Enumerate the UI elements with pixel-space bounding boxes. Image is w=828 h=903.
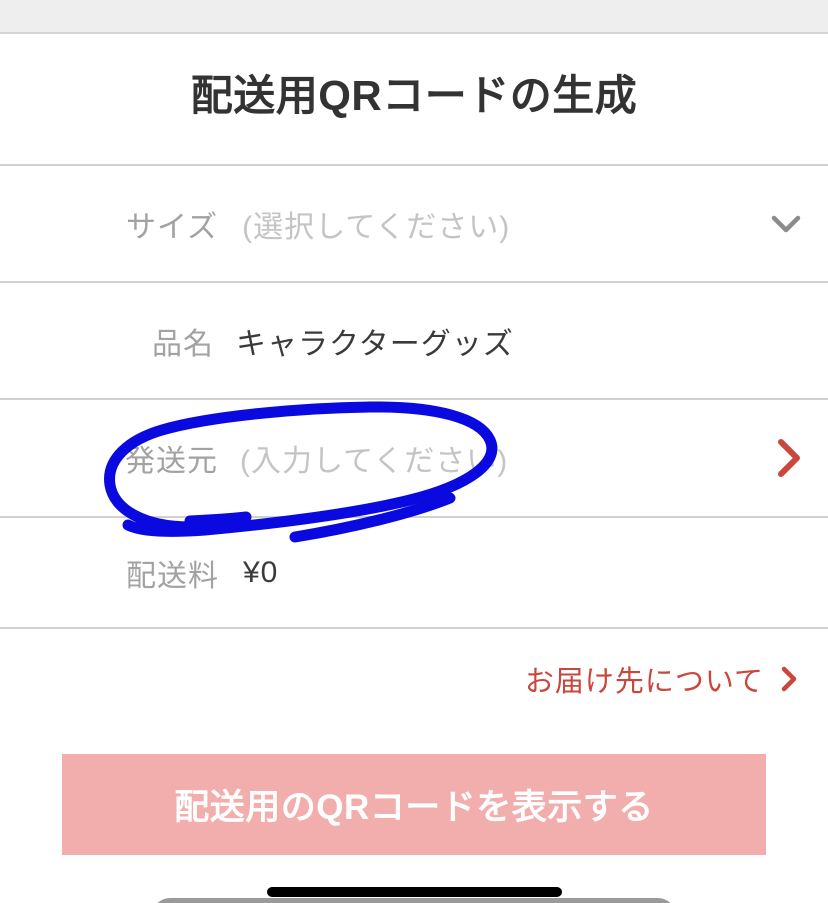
chevron-right-icon [778,664,800,694]
show-qr-button-label: 配送用のQRコードを表示する [174,788,654,827]
destination-info-link[interactable]: お届け先について [525,658,800,700]
page-title: 配送用QRコードの生成 [190,72,638,119]
destination-info-label: お届け先について [524,666,764,698]
chevron-down-icon[interactable] [766,204,806,244]
item-name-value: キャラクターグッズ [236,327,514,361]
size-placeholder: (選択してください) [242,210,511,244]
chevron-right-icon[interactable] [768,435,808,481]
app-screen: 配送用QRコードの生成 サイズ (選択してください) 品名 キャラクターグッズ … [0,0,828,903]
sender-label: 発送元 [125,445,218,478]
status-bar [0,0,828,34]
shipping-fee-label: 配送料 [126,559,219,593]
item-name-label: 品名 [152,327,214,361]
form-row-sender[interactable]: 発送元 (入力してください) [0,400,828,516]
shipping-fee-value: ¥0 [243,555,279,589]
form-row-item-name[interactable]: 品名 キャラクターグッズ [0,283,828,398]
home-indicator [267,887,562,897]
device-bottom-edge [152,898,676,903]
sender-placeholder: (入力してください) [240,445,509,478]
form-row-size[interactable]: サイズ (選択してください) [0,166,828,281]
form-row-shipping-fee: 配送料 ¥0 [0,518,828,627]
divider [0,627,828,629]
show-qr-button[interactable]: 配送用のQRコードを表示する [62,754,766,855]
size-label: サイズ [126,210,219,244]
